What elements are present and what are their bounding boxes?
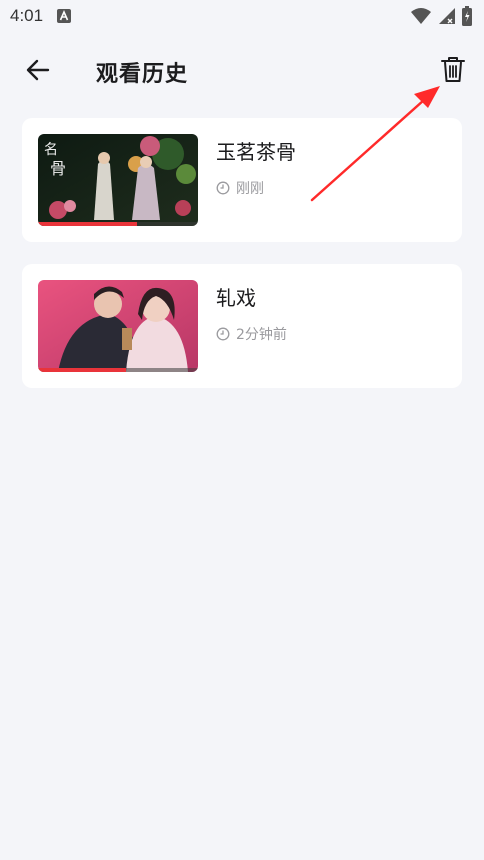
watch-time-label: 2分钟前 (236, 327, 287, 343)
clear-history-button[interactable] (436, 54, 470, 88)
svg-text:名: 名 (44, 142, 58, 158)
watch-time: 2分钟前 (216, 324, 287, 344)
signal-icon (438, 7, 456, 25)
clock-icon (216, 181, 230, 195)
arrow-left-icon (25, 57, 51, 87)
back-button[interactable] (22, 56, 54, 88)
app-bar: 观看历史 (0, 42, 484, 100)
watch-progress-bar (38, 222, 198, 226)
video-thumbnail: 名 骨 (38, 134, 198, 226)
svg-text:骨: 骨 (50, 159, 66, 178)
trash-icon (440, 55, 466, 87)
video-thumbnail (38, 280, 198, 372)
watch-time: 刚刚 (216, 178, 264, 198)
history-item[interactable]: 轧戏 2分钟前 (22, 264, 462, 388)
status-time: 4:01 (10, 6, 44, 25)
video-title: 轧戏 (216, 286, 256, 310)
battery-icon (462, 6, 472, 26)
watch-progress-fill (38, 222, 138, 226)
clock-icon (216, 327, 230, 341)
history-list: 名 骨 玉茗茶骨 刚刚 轧戏 2分钟前 (22, 118, 462, 410)
page-title: 观看历史 (96, 62, 189, 87)
watch-progress-fill (38, 368, 126, 372)
font-a-icon (57, 9, 72, 23)
watch-time-label: 刚刚 (236, 181, 264, 197)
history-item[interactable]: 名 骨 玉茗茶骨 刚刚 (22, 118, 462, 242)
watch-progress-bar (38, 368, 198, 372)
video-title: 玉茗茶骨 (216, 140, 296, 164)
status-bar: 4:01 (0, 0, 484, 32)
wifi-icon (410, 7, 432, 25)
